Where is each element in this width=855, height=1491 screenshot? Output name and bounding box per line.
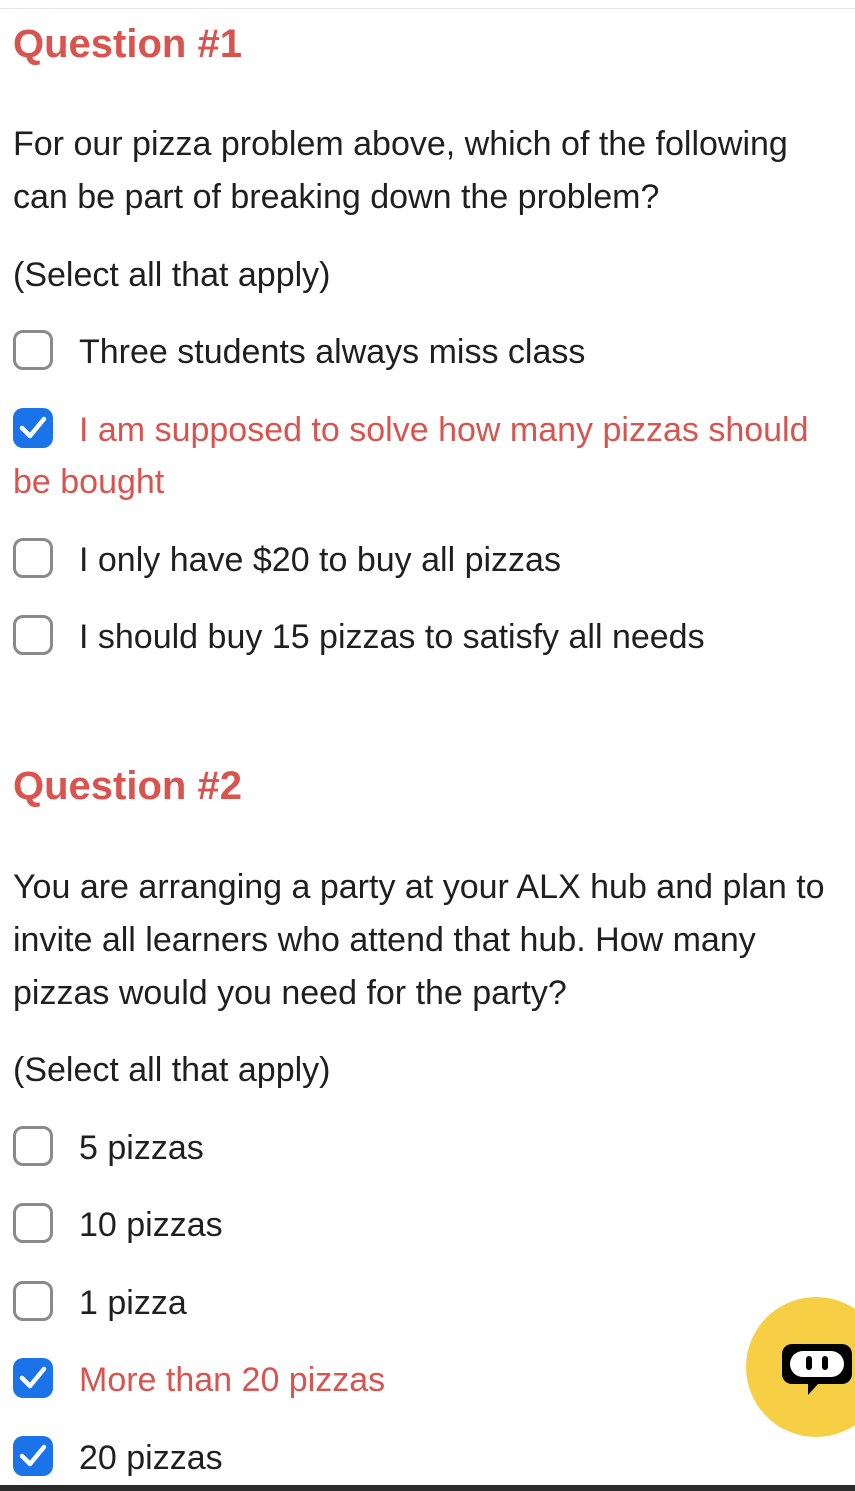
question-1-title: Question #1: [13, 22, 242, 66]
top-divider: [0, 8, 855, 9]
q2-option-4[interactable]: More than 20 pizzas: [13, 1354, 813, 1406]
q2-option-3[interactable]: 1 pizza: [13, 1277, 813, 1329]
checkbox-unchecked-icon[interactable]: [13, 538, 53, 578]
question-2-text: You are arranging a party at your ALX hu…: [13, 868, 825, 1012]
question-2-hint: (Select all that apply): [13, 1051, 331, 1089]
q2-option-4-label: More than 20 pizzas: [79, 1361, 386, 1399]
q1-option-4-label: I should buy 15 pizzas to satisfy all ne…: [79, 618, 705, 656]
question-2-title: Question #2: [13, 764, 242, 808]
q1-option-1-label: Three students always miss class: [79, 333, 586, 371]
q1-option-4[interactable]: I should buy 15 pizzas to satisfy all ne…: [13, 611, 813, 663]
q2-option-5[interactable]: 20 pizzas: [13, 1432, 813, 1484]
checkbox-checked-icon[interactable]: [13, 1358, 53, 1398]
q1-option-2[interactable]: I am supposed to solve how many pizzas s…: [13, 404, 813, 508]
quiz-page: Question #1 For our pizza problem above,…: [0, 0, 855, 1491]
checkbox-checked-icon[interactable]: [13, 1436, 53, 1476]
q1-option-1[interactable]: Three students always miss class: [13, 326, 813, 378]
checkbox-unchecked-icon[interactable]: [13, 1281, 53, 1321]
bottom-bar: [0, 1485, 855, 1491]
q1-option-2-label: I am supposed to solve how many pizzas s…: [13, 411, 809, 501]
q2-option-5-label: 20 pizzas: [79, 1439, 223, 1477]
q2-option-3-label: 1 pizza: [79, 1284, 187, 1322]
chat-bot-icon: [782, 1344, 852, 1395]
checkbox-unchecked-icon[interactable]: [13, 1126, 53, 1166]
q2-option-1-label: 5 pizzas: [79, 1129, 204, 1167]
q1-option-3-label: I only have $20 to buy all pizzas: [79, 541, 561, 579]
question-1-text: For our pizza problem above, which of th…: [13, 125, 788, 216]
q2-option-1[interactable]: 5 pizzas: [13, 1122, 813, 1174]
question-1-hint: (Select all that apply): [13, 256, 331, 294]
checkbox-unchecked-icon[interactable]: [13, 615, 53, 655]
q2-option-2[interactable]: 10 pizzas: [13, 1199, 813, 1251]
checkbox-unchecked-icon[interactable]: [13, 330, 53, 370]
checkbox-unchecked-icon[interactable]: [13, 1203, 53, 1243]
checkbox-checked-icon[interactable]: [13, 408, 53, 448]
q1-option-3[interactable]: I only have $20 to buy all pizzas: [13, 534, 813, 586]
q2-option-2-label: 10 pizzas: [79, 1206, 223, 1244]
